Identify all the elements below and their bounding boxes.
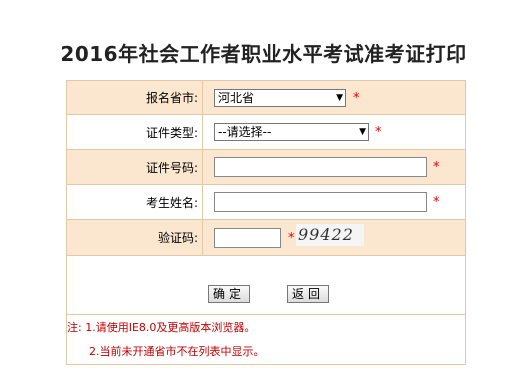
back-button[interactable]: 返回 xyxy=(287,285,329,303)
page-title: 2016年社会工作者职业水平考试准考证打印 xyxy=(60,42,467,66)
required-mark: * xyxy=(433,195,440,210)
cert-type-label: 证件类型: xyxy=(67,115,203,149)
note-line-2: 2.当前未开通省市不在列表中显示。 xyxy=(89,345,265,358)
admission-ticket-form: 报名省市: 河北省 ▼ * 证件类型: --请选择-- ▼ * 证件号码: * … xyxy=(66,80,466,365)
required-mark: * xyxy=(433,160,440,175)
cert-number-label: 证件号码: xyxy=(67,150,203,184)
province-label: 报名省市: xyxy=(67,81,203,114)
province-row: 报名省市: 河北省 ▼ * xyxy=(67,81,465,115)
cert-type-select[interactable]: --请选择-- ▼ xyxy=(214,123,369,141)
name-label: 考生姓名: xyxy=(67,185,203,219)
confirm-button[interactable]: 确定 xyxy=(208,285,250,303)
required-mark: * xyxy=(288,231,295,246)
chevron-down-icon: ▼ xyxy=(359,127,366,137)
captcha-label: 验证码: xyxy=(67,220,203,255)
cert-number-row: 证件号码: * xyxy=(67,150,465,185)
cert-number-input[interactable] xyxy=(214,157,427,177)
name-row: 考生姓名: * xyxy=(67,185,465,220)
buttons-row: 确定 返回 xyxy=(67,256,465,315)
province-select[interactable]: 河北省 ▼ xyxy=(214,89,346,107)
cert-type-row: 证件类型: --请选择-- ▼ * xyxy=(67,115,465,150)
captcha-row: 验证码: * 99422 xyxy=(67,220,465,256)
name-input[interactable] xyxy=(214,192,427,212)
province-select-value: 河北省 xyxy=(218,91,255,105)
captcha-image[interactable]: 99422 xyxy=(296,224,364,246)
required-mark: * xyxy=(353,91,360,106)
note-line-1: 注: 1.请使用IE8.0及更高版本浏览器。 xyxy=(67,321,256,334)
required-mark: * xyxy=(375,125,382,140)
cert-type-select-value: --请选择-- xyxy=(218,125,272,139)
captcha-input[interactable] xyxy=(214,228,281,248)
chevron-down-icon: ▼ xyxy=(336,93,343,103)
